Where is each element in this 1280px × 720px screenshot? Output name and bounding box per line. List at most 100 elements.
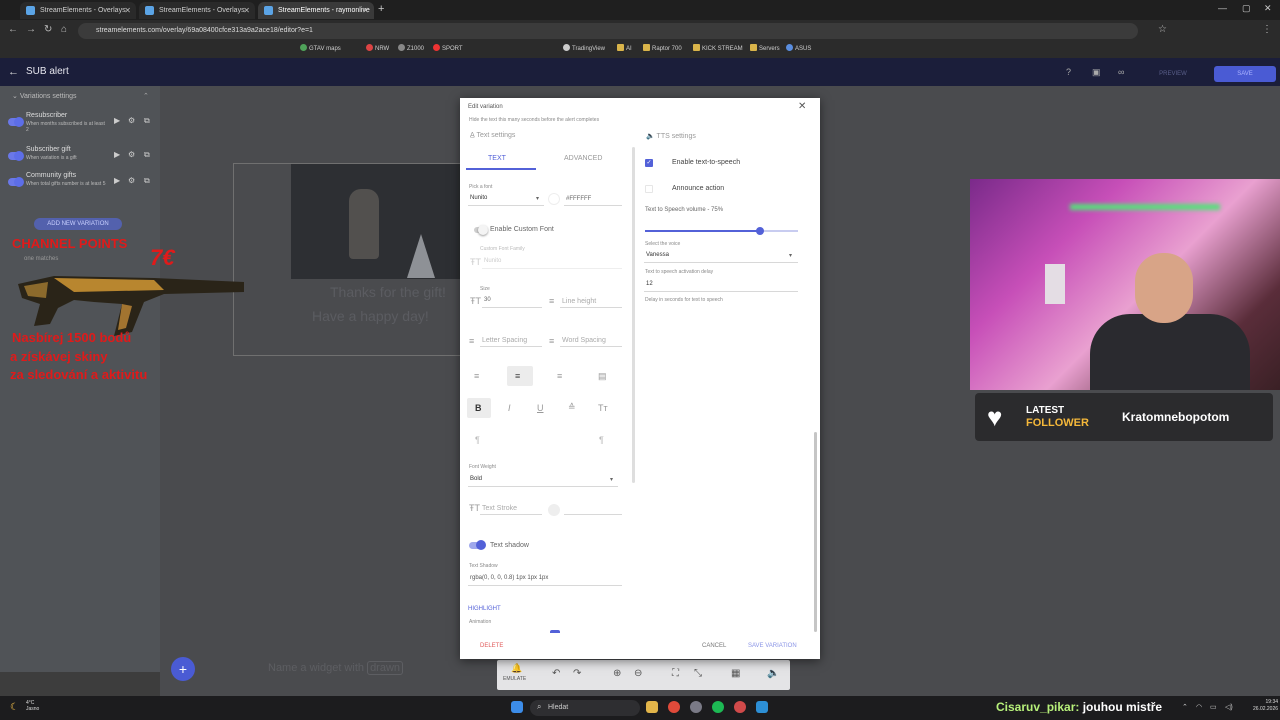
back-icon[interactable]: ←: [8, 24, 18, 35]
copy-icon[interactable]: ⧉: [144, 176, 150, 186]
align-center-icon[interactable]: ≡: [515, 371, 520, 381]
grid-icon[interactable]: ▦: [731, 668, 740, 679]
collapse-screen-icon[interactable]: ⤡: [694, 668, 702, 679]
variation-item-subscriber-gift[interactable]: Subscriber gift When variation is a gift…: [8, 146, 158, 174]
bookmark-item[interactable]: TradingView: [563, 44, 605, 52]
custom-font-family-input[interactable]: Nunito: [484, 258, 501, 264]
left-column-scrollbar[interactable]: [632, 147, 635, 483]
animation-slider-knob[interactable]: [550, 630, 560, 633]
line-height-input[interactable]: Line height: [562, 298, 596, 305]
voice-select[interactable]: Vanessa: [646, 252, 669, 258]
url-input[interactable]: streamelements.com/overlay/69a08400cfce3…: [78, 23, 1138, 39]
delete-button[interactable]: DELETE: [480, 643, 503, 649]
add-widget-button[interactable]: +: [171, 657, 195, 681]
app-icon[interactable]: [756, 701, 768, 713]
save-variation-button[interactable]: SAVE VARIATION: [748, 643, 797, 649]
tab-advanced[interactable]: ADVANCED: [564, 155, 602, 162]
variation-item-community-gifts[interactable]: Community gifts When total gifts number …: [8, 172, 158, 200]
highlight-section[interactable]: HIGHLIGHT: [468, 606, 501, 612]
back-arrow-icon[interactable]: ←: [8, 66, 19, 78]
bookmark-item[interactable]: Raptor 700: [643, 44, 682, 52]
browser-tab-1[interactable]: StreamElements - Overlays ✕: [20, 2, 136, 19]
preview-button[interactable]: PREVIEW: [1143, 66, 1203, 82]
cancel-button[interactable]: CANCEL: [702, 643, 726, 649]
bookmark-item[interactable]: AI: [617, 44, 632, 52]
taskbar-search[interactable]: Hledat: [530, 700, 640, 716]
bell-icon[interactable]: 🔔: [511, 663, 522, 674]
paragraph-right-icon[interactable]: ¶: [599, 435, 604, 445]
text-stroke-input[interactable]: Text Stroke: [482, 505, 517, 512]
word-spacing-input[interactable]: Word Spacing: [562, 337, 606, 344]
align-justify-icon[interactable]: ▤: [598, 371, 607, 382]
menu-icon[interactable]: ⋮: [1262, 24, 1272, 35]
dialog-scrollbar[interactable]: [814, 432, 817, 632]
app-icon[interactable]: [734, 701, 746, 713]
announce-action-checkbox[interactable]: [645, 185, 653, 193]
image-icon[interactable]: ▣: [1092, 67, 1101, 78]
play-icon[interactable]: ▶: [114, 116, 120, 125]
color-swatch[interactable]: [548, 193, 560, 205]
text-shadow-input[interactable]: rgba(0, 0, 0, 0.8) 1px 1px 1px: [470, 575, 548, 581]
bookmark-item[interactable]: ASUS: [786, 44, 811, 52]
link-icon[interactable]: ∞: [1118, 67, 1124, 77]
spotify-icon[interactable]: [712, 701, 724, 713]
close-icon[interactable]: ✕: [362, 2, 369, 19]
tab-text[interactable]: TEXT: [488, 155, 506, 162]
help-icon[interactable]: ?: [1066, 67, 1071, 77]
tts-volume-knob[interactable]: [755, 227, 764, 235]
align-right-icon[interactable]: ≡: [557, 371, 562, 381]
redo-icon[interactable]: ↷: [573, 668, 581, 679]
emulate-label[interactable]: EMULATE: [503, 676, 526, 682]
close-icon[interactable]: ✕: [124, 2, 131, 19]
copy-icon[interactable]: ⧉: [144, 116, 150, 126]
bookmark-item[interactable]: KICK STREAM: [693, 44, 743, 52]
zoom-in-icon[interactable]: ⊕: [613, 668, 621, 679]
close-icon[interactable]: ✕: [798, 101, 806, 112]
fit-screen-icon[interactable]: ⛶: [672, 668, 679, 679]
network-icon[interactable]: ▭: [1210, 703, 1217, 711]
wifi-icon[interactable]: ◠: [1196, 703, 1202, 711]
dropdown-arrow-icon[interactable]: ▾: [536, 195, 539, 202]
align-left-icon[interactable]: ≡: [474, 371, 479, 381]
gear-icon[interactable]: ⚙: [128, 176, 135, 185]
play-icon[interactable]: ▶: [114, 176, 120, 185]
maximize-icon[interactable]: ▢: [1242, 3, 1251, 14]
bold-icon[interactable]: B: [475, 403, 482, 413]
reload-icon[interactable]: ↻: [44, 24, 52, 35]
stroke-color-swatch[interactable]: [548, 504, 560, 516]
weather-widget[interactable]: 4°C Jasno: [26, 700, 39, 712]
windows-start-icon[interactable]: [511, 701, 523, 713]
minimize-icon[interactable]: —: [1218, 3, 1227, 13]
collapse-icon[interactable]: ⌃: [143, 92, 149, 100]
variation-item-resubscriber[interactable]: Resubscriber When months subscribed is a…: [8, 112, 158, 140]
new-tab-button[interactable]: +: [378, 3, 384, 15]
forward-icon[interactable]: →: [26, 24, 36, 35]
bookmark-item[interactable]: SPORT: [433, 44, 463, 52]
gear-icon[interactable]: ⚙: [128, 150, 135, 159]
weather-icon[interactable]: ☾: [10, 702, 19, 713]
strikethrough-icon[interactable]: ≙: [568, 402, 576, 413]
play-icon[interactable]: ▶: [114, 150, 120, 159]
font-weight-select[interactable]: Bold: [470, 476, 482, 482]
tts-enable-checkbox[interactable]: ✓: [645, 159, 653, 167]
dropdown-arrow-icon[interactable]: ▾: [789, 252, 792, 259]
zoom-out-icon[interactable]: ⊖: [634, 668, 642, 679]
text-transform-icon[interactable]: Tт: [598, 403, 608, 413]
dropdown-arrow-icon[interactable]: ▾: [610, 476, 613, 483]
copy-icon[interactable]: ⧉: [144, 150, 150, 160]
variation-toggle[interactable]: [8, 177, 24, 187]
volume-tray-icon[interactable]: ◁): [1225, 703, 1233, 711]
color-hex-input[interactable]: #FFFFFF: [566, 196, 591, 202]
delay-input[interactable]: 12: [646, 281, 653, 287]
size-input[interactable]: 30: [484, 297, 491, 303]
gear-icon[interactable]: ⚙: [128, 116, 135, 125]
system-clock[interactable]: 19:34 26.02.2026: [1253, 699, 1278, 713]
variation-toggle[interactable]: [8, 151, 24, 161]
bookmark-star-icon[interactable]: ☆: [1158, 24, 1167, 35]
italic-icon[interactable]: I: [508, 403, 511, 413]
undo-icon[interactable]: ↶: [552, 668, 560, 679]
bookmark-item[interactable]: GTAV maps: [300, 44, 341, 52]
bookmark-item[interactable]: Z1000: [398, 44, 424, 52]
settings-icon[interactable]: [690, 701, 702, 713]
file-explorer-icon[interactable]: [646, 701, 658, 713]
